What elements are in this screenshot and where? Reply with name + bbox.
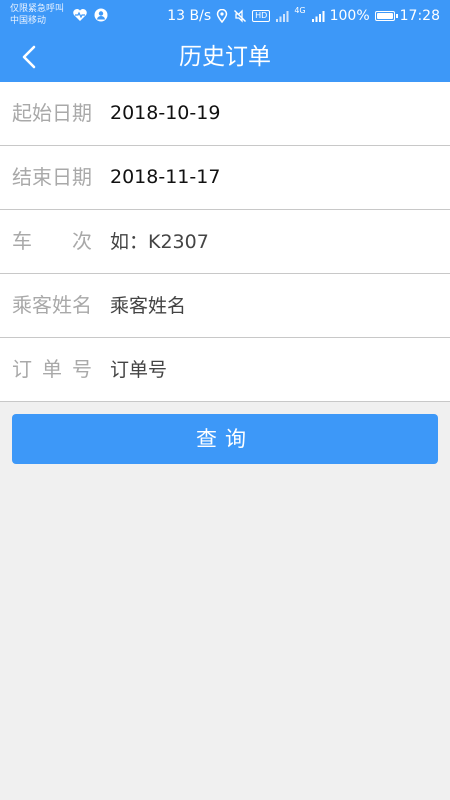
start-date-value[interactable]: 2018-10-19 [110, 82, 220, 145]
carrier-info: 仅限紧急呼叫 中国移动 [10, 3, 64, 27]
carrier-line-name: 中国移动 [10, 16, 47, 26]
battery-percent: 100% [329, 8, 370, 24]
order-number-input[interactable] [110, 352, 430, 388]
order-number-label: 订 单 号 [12, 338, 92, 401]
battery-icon [374, 11, 398, 21]
train-number-label: 车 次 [12, 210, 92, 273]
start-date-row[interactable]: 起始日期 2018-10-19 [0, 82, 450, 146]
order-number-label-char: 单 [42, 357, 62, 381]
start-date-label: 起始日期 [12, 101, 92, 125]
app-bar: 历史订单 [0, 32, 450, 82]
end-date-value[interactable]: 2018-11-17 [110, 146, 220, 209]
signal-strength-icon [311, 11, 325, 22]
hd-badge: HD [252, 10, 271, 22]
signal-icon [276, 11, 289, 22]
train-number-label-char: 次 [72, 229, 92, 253]
search-form: 起始日期 2018-10-19 结束日期 2018-11-17 车 次 乘客姓名… [0, 82, 450, 402]
user-icon [94, 8, 108, 22]
status-right: 13 B/s HD 4G 100% 17:28 [167, 7, 440, 25]
query-button[interactable]: 查询 [12, 414, 438, 464]
status-left-icons [72, 8, 108, 22]
clock: 17:28 [399, 8, 440, 24]
page-title: 历史订单 [179, 44, 271, 70]
passenger-name-input[interactable] [110, 288, 430, 324]
order-number-label-char: 订 [12, 357, 32, 381]
train-number-input[interactable] [110, 224, 430, 260]
status-bar: 仅限紧急呼叫 中国移动 13 B/s HD 4G 100% 17:28 [0, 0, 450, 32]
carrier-line-emergency: 仅限紧急呼叫 [10, 4, 65, 14]
net-speed: 13 B/s [167, 8, 212, 24]
passenger-name-label: 乘客姓名 [12, 293, 92, 317]
network-type: 4G [294, 6, 306, 15]
mute-icon [234, 9, 247, 23]
end-date-row[interactable]: 结束日期 2018-11-17 [0, 146, 450, 210]
heart-rate-icon [73, 9, 87, 21]
train-number-label-char: 车 [12, 229, 32, 253]
order-number-label-char: 号 [72, 357, 92, 381]
end-date-label: 结束日期 [12, 165, 92, 189]
location-icon [216, 9, 228, 23]
passenger-name-row: 乘客姓名 [0, 274, 450, 338]
train-number-row: 车 次 [0, 210, 450, 274]
order-number-row: 订 单 号 [0, 338, 450, 402]
